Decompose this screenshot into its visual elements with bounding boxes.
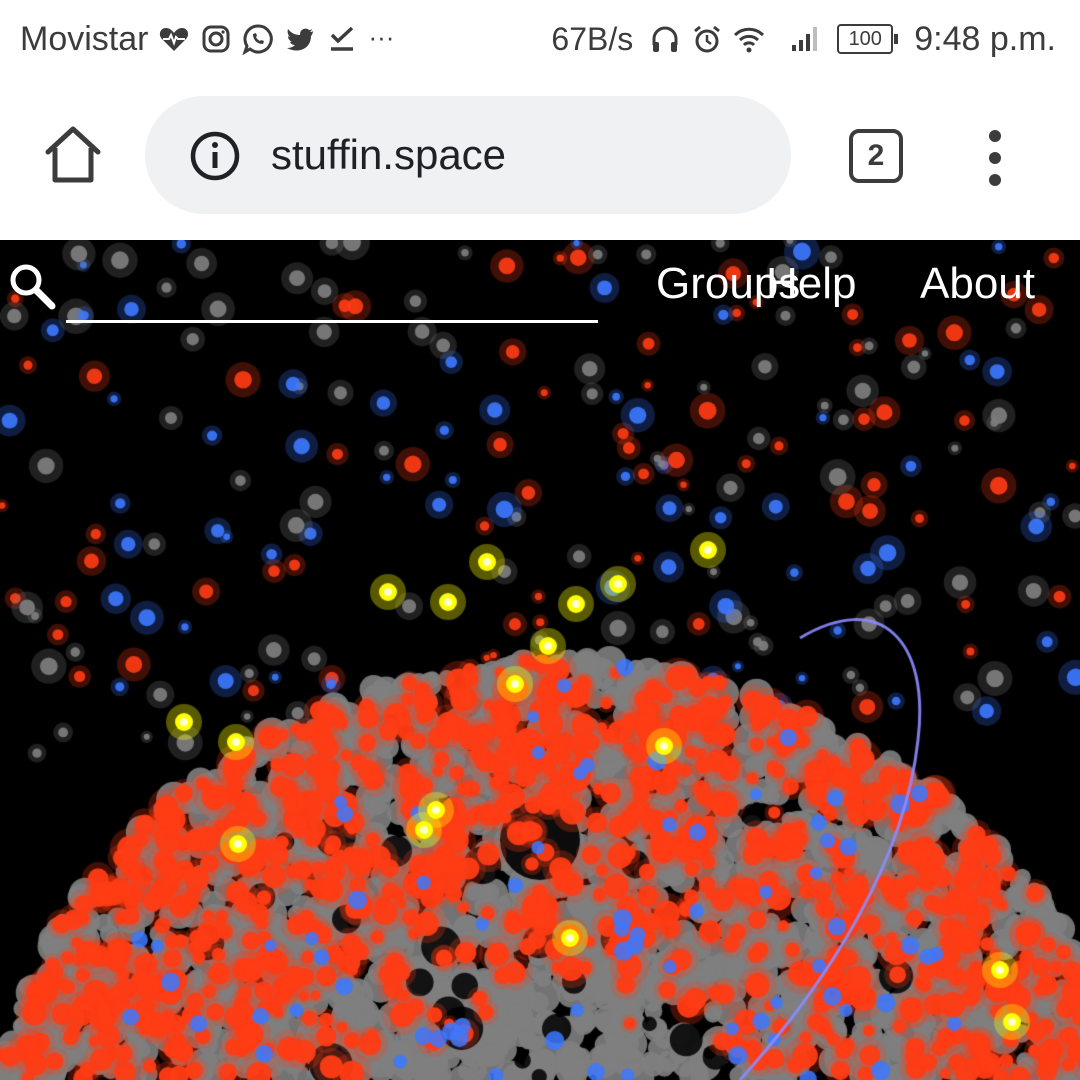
nav-link-about[interactable]: About <box>920 258 1035 310</box>
clock: 9:48 p.m. <box>914 19 1056 58</box>
more-dots-icon: ··· <box>368 22 395 52</box>
satellite-visualization[interactable] <box>0 240 1080 1080</box>
status-bar: Movistar ··· 67B/s 100 9:48 p.m. <box>0 0 1080 78</box>
home-icon[interactable] <box>40 122 106 188</box>
network-speed: 67B/s <box>551 20 634 57</box>
browser-toolbar: stuffin.space 2 <box>0 78 1080 240</box>
wifi-icon <box>734 27 765 53</box>
checkmark-icon <box>331 26 354 51</box>
url-text[interactable]: stuffin.space <box>271 96 506 214</box>
search-input[interactable] <box>66 280 598 323</box>
search-icon[interactable] <box>6 260 58 312</box>
nav-link-help[interactable]: Help <box>766 258 857 310</box>
alarm-icon <box>694 25 721 53</box>
instagram-icon <box>202 25 230 53</box>
headphones-icon <box>652 26 678 52</box>
heart-pulse-icon <box>160 28 189 51</box>
whatsapp-icon <box>242 24 274 55</box>
twitter-icon <box>287 28 314 51</box>
address-bar[interactable]: stuffin.space <box>145 96 791 214</box>
battery-indicator: 100 <box>837 24 899 54</box>
battery-nub <box>894 34 899 44</box>
page-viewport: Groups Help About <box>0 240 1080 1080</box>
signal-icon <box>792 27 818 51</box>
info-icon[interactable] <box>189 130 241 182</box>
more-menu-icon[interactable] <box>982 130 1008 186</box>
carrier-name: Movistar <box>20 19 149 58</box>
battery-level: 100 <box>837 24 894 54</box>
tab-switcher-button[interactable]: 2 <box>849 129 903 183</box>
